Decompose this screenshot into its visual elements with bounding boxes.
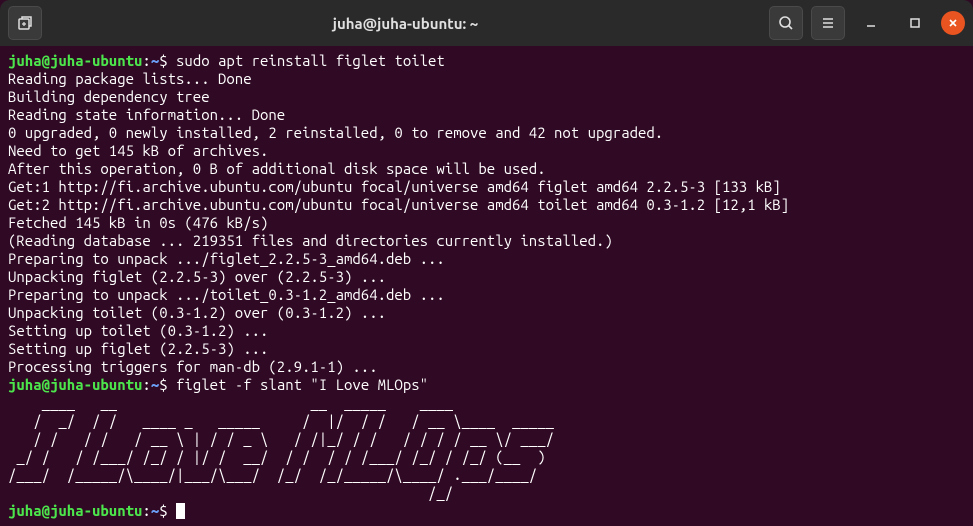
prompt-user-host-2: juha@juha-ubuntu	[8, 376, 142, 393]
titlebar: juha@juha-ubuntu: ~	[0, 0, 973, 46]
window-title: juha@juha-ubuntu: ~	[42, 15, 769, 32]
restore-icon	[909, 17, 921, 29]
prompt-path-2: ~	[151, 376, 159, 393]
command-2: figlet -f slant "I Love MLOps"	[168, 376, 428, 393]
prompt-path-3: ~	[151, 502, 159, 519]
close-icon	[948, 18, 958, 28]
output-1: Reading package lists... Done Building d…	[8, 70, 789, 375]
command-3	[168, 502, 176, 519]
terminal-body[interactable]: juha@juha-ubuntu:~$ sudo apt reinstall f…	[0, 46, 973, 526]
new-tab-icon	[16, 14, 34, 32]
prompt-user-host: juha@juha-ubuntu	[8, 52, 142, 69]
close-button[interactable]	[941, 11, 965, 35]
prompt-dollar-3: $	[159, 502, 167, 519]
prompt-path: ~	[151, 52, 159, 69]
hamburger-icon	[820, 15, 836, 31]
prompt-colon-2: :	[142, 376, 150, 393]
prompt-colon: :	[142, 52, 150, 69]
command-1: sudo apt reinstall figlet toilet	[168, 52, 445, 69]
prompt-user-host-3: juha@juha-ubuntu	[8, 502, 142, 519]
restore-button[interactable]	[903, 11, 927, 35]
minimize-button[interactable]	[859, 11, 883, 35]
search-icon	[778, 15, 794, 31]
menu-button[interactable]	[811, 6, 845, 40]
prompt-colon-3: :	[142, 502, 150, 519]
minimize-icon	[865, 17, 877, 29]
prompt-dollar-2: $	[159, 376, 167, 393]
titlebar-left	[8, 6, 42, 40]
prompt-dollar: $	[159, 52, 167, 69]
search-button[interactable]	[769, 6, 803, 40]
new-tab-button[interactable]	[8, 6, 42, 40]
cursor	[176, 503, 185, 519]
titlebar-right	[769, 6, 965, 40]
output-2: ____ __ __ _____ ____ / _/ / / ____ _ __…	[8, 394, 554, 501]
